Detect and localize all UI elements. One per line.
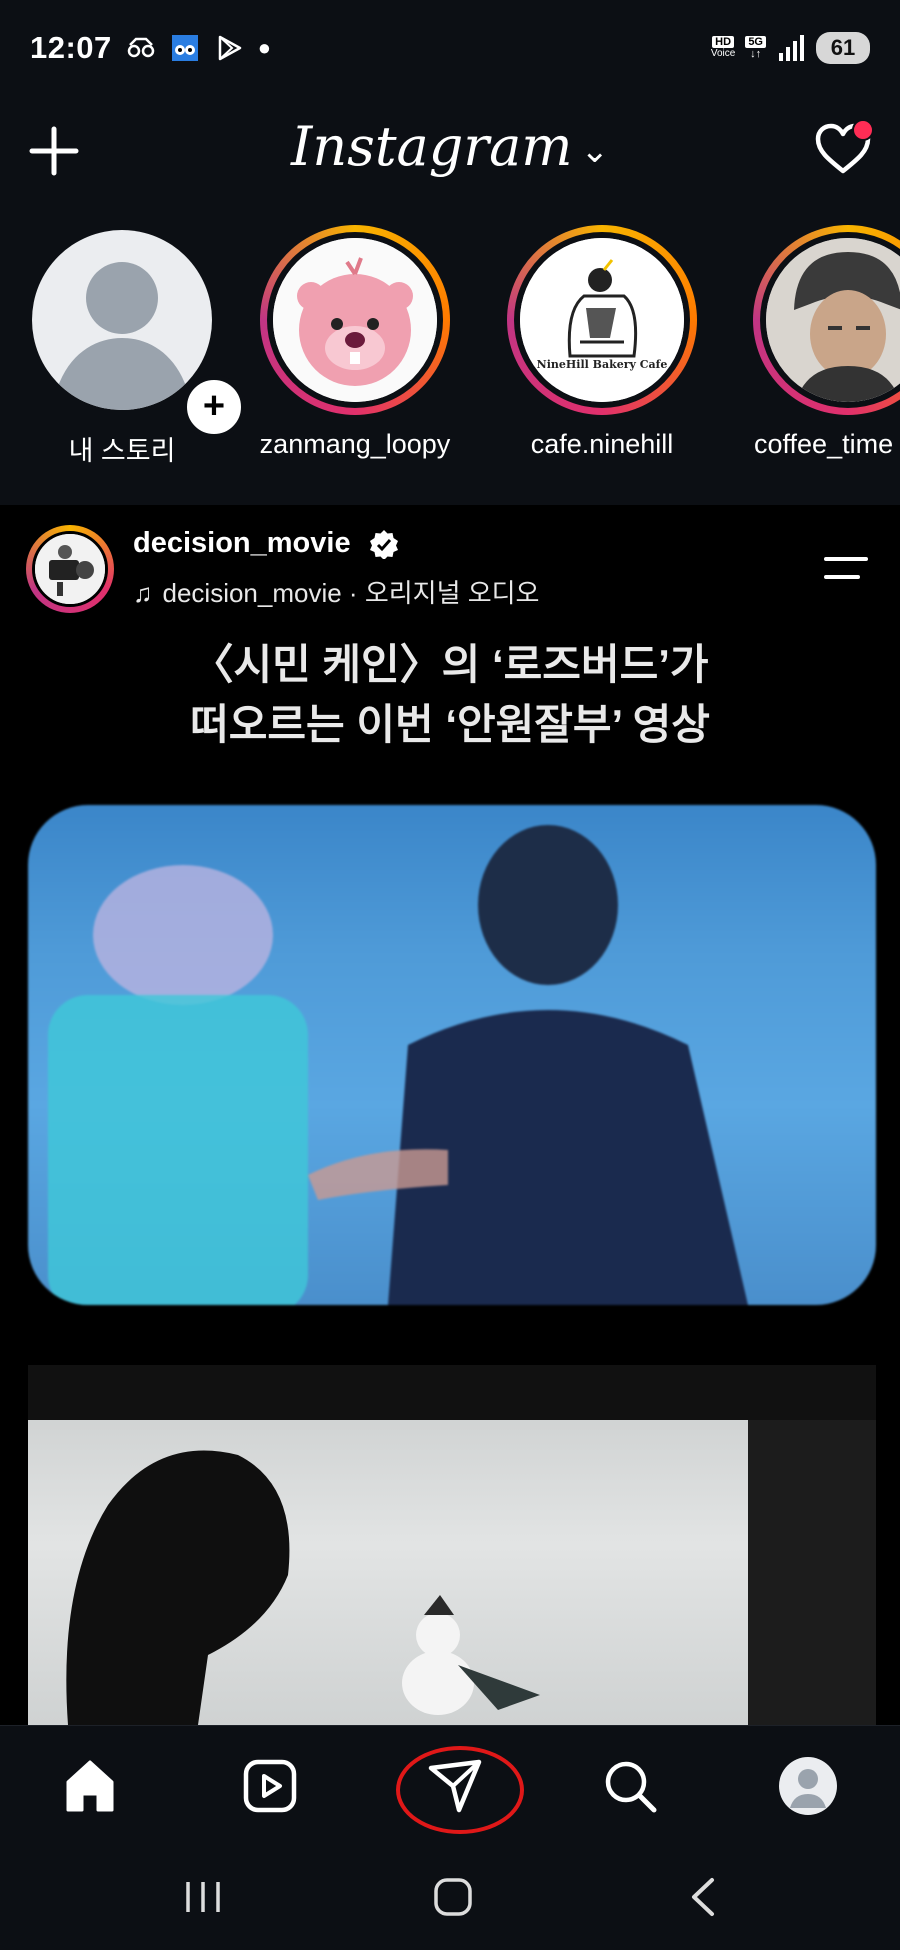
story-label: cafe.ninehill — [530, 429, 674, 459]
highlight-annotation — [396, 1746, 524, 1834]
verified-badge-icon — [369, 530, 398, 560]
story-ring — [753, 225, 900, 415]
avatar: NineHill Bakery Cafe — [520, 238, 684, 402]
story-label: coffee_time — [754, 429, 894, 459]
video-caption: 〈시민 케인〉의 ‘로즈버드’가 떠오르는 이번 ‘안원잘부’ 영상 — [0, 635, 900, 755]
story-ring — [260, 225, 450, 415]
bottom-tab-bar — [0, 1725, 900, 1841]
voice-label: Voice — [710, 47, 736, 59]
cafe-logo-icon — [520, 238, 684, 402]
instagram-logo[interactable]: Instagram ⌄ — [0, 115, 900, 178]
post-avatar-ring[interactable] — [26, 525, 114, 613]
recent-apps-icon[interactable] — [178, 1872, 228, 1922]
caption-line-2: 떠오르는 이번 ‘안원잘부’ 영상 — [190, 701, 710, 748]
app-title: Instagram — [291, 115, 573, 178]
default-avatar-icon — [52, 262, 192, 410]
more-notifications-dot: ● — [257, 34, 272, 60]
home-icon[interactable] — [60, 1756, 120, 1816]
story-cafe-ninehill[interactable]: NineHill Bakery Cafe cafe.ninehill — [502, 225, 702, 460]
reels-icon[interactable] — [240, 1756, 300, 1816]
battery-indicator: 61 — [816, 31, 870, 64]
add-story-button[interactable]: + — [182, 375, 246, 439]
play-store-icon — [218, 35, 242, 60]
post-audio-link[interactable]: ♫ decision_movie · 오리지널 오디오 — [133, 573, 539, 610]
network-label: 5G — [745, 35, 766, 48]
post-username[interactable]: decision_movie — [133, 527, 399, 560]
profile-icon[interactable] — [778, 1756, 838, 1816]
search-icon[interactable] — [600, 1756, 660, 1816]
story-label: zanmang_loopy — [259, 429, 451, 459]
story-zanmang-loopy[interactable]: zanmang_loopy — [255, 225, 455, 460]
story-ring: NineHill Bakery Cafe — [507, 225, 697, 415]
signal-icon — [779, 34, 804, 61]
story-coffee-time[interactable]: coffee_time — [748, 225, 900, 460]
app-notification-icon — [171, 34, 198, 61]
glasses-icon — [127, 37, 155, 57]
username-text: decision_movie — [133, 527, 351, 559]
status-left: 12:07 ● — [30, 30, 271, 66]
story-my-story[interactable]: + 내 스토리 — [22, 225, 246, 468]
system-navigation-bar — [0, 1840, 900, 1950]
avatar — [273, 238, 437, 402]
video-scene-snowman — [28, 1365, 876, 1725]
home-nav-icon[interactable] — [428, 1872, 478, 1922]
network-icon: 5G ↓↑ — [745, 35, 766, 60]
back-icon[interactable] — [680, 1872, 730, 1922]
stories-tray: + 내 스토리 zanmang_loopy NineHill Bakery Ca… — [0, 225, 900, 495]
feed-post: decision_movie ♫ decision_movie · 오리지널 오디… — [0, 505, 900, 1725]
person-photo-icon — [766, 238, 900, 402]
avatar — [32, 230, 212, 410]
video-frame-top[interactable] — [28, 805, 876, 1305]
post-header: decision_movie ♫ decision_movie · 오리지널 오디… — [0, 505, 900, 615]
avatar — [766, 238, 900, 402]
chevron-down-icon: ⌄ — [580, 131, 610, 171]
caption-line-1: 〈시민 케인〉의 ‘로즈버드’가 — [191, 641, 709, 688]
notification-dot — [852, 119, 874, 141]
cafe-logo-text: NineHill Bakery Cafe — [536, 358, 668, 371]
audio-text: decision_movie · 오리지널 오디오 — [162, 578, 540, 608]
camera-operator-icon — [35, 534, 105, 604]
status-bar: 12:07 ● HD Voice 5G ↓↑ 61 — [0, 0, 900, 95]
story-label: 내 스토리 — [68, 436, 176, 466]
hd-label: HD — [712, 35, 735, 48]
post-menu-button[interactable] — [822, 553, 870, 583]
hd-voice-icon: HD Voice — [710, 35, 736, 60]
status-right: HD Voice 5G ↓↑ 61 — [710, 31, 870, 64]
music-note-icon: ♫ — [133, 578, 153, 608]
status-time: 12:07 — [30, 29, 112, 65]
avatar — [32, 531, 108, 607]
top-bar: Instagram ⌄ — [0, 95, 900, 205]
video-frame-bottom[interactable] — [28, 1365, 876, 1725]
video-scene-beach — [48, 825, 748, 1305]
beaver-character-icon — [273, 238, 437, 402]
